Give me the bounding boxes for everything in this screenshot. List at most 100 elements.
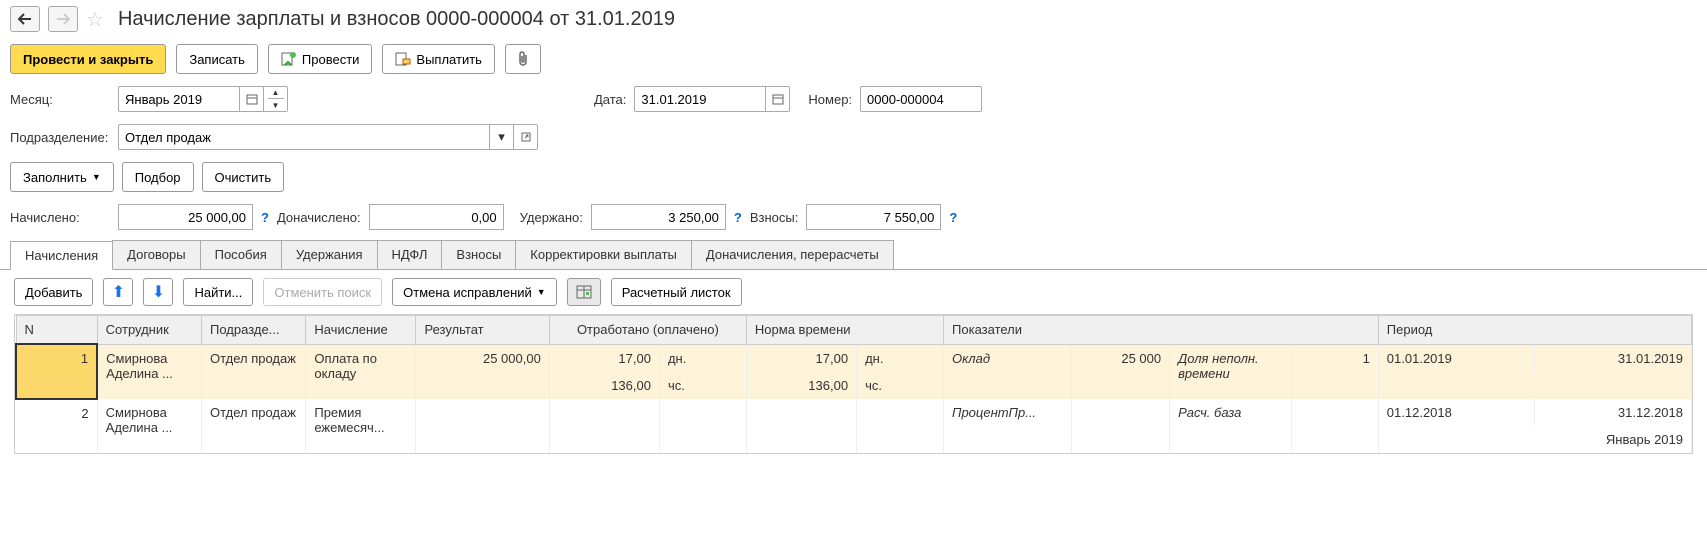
cell-n[interactable]: 2 [16, 399, 97, 453]
nav-forward-button[interactable] [48, 6, 78, 32]
cell-norm-hours-unit: чс. [857, 372, 944, 399]
arrow-down-icon: ⬇ [152, 282, 165, 302]
col-indicators[interactable]: Показатели [944, 316, 1379, 345]
col-employee[interactable]: Сотрудник [97, 316, 201, 345]
cell-accrual[interactable]: Премия ежемесяч... [306, 399, 416, 453]
col-result[interactable]: Результат [416, 316, 549, 345]
cell-unit[interactable]: Отдел продаж [202, 344, 306, 399]
month-calendar-button[interactable] [239, 87, 263, 111]
addl-value[interactable] [369, 204, 504, 230]
cell-period-to[interactable]: 31.01.2019 [1535, 344, 1692, 372]
col-n[interactable]: N [16, 316, 97, 345]
cancel-corrections-button[interactable]: Отмена исправлений ▼ [392, 278, 557, 306]
col-accrual[interactable]: Начисление [306, 316, 416, 345]
arrow-right-icon [56, 13, 70, 25]
col-period[interactable]: Период [1378, 316, 1691, 345]
cell-worked-hours[interactable] [549, 426, 659, 453]
table-row[interactable]: 2 Смирнова Аделина ... Отдел продаж Прем… [16, 399, 1692, 426]
cell-ind1-label: ПроцентПр... [944, 399, 1072, 453]
unit-open-button[interactable] [513, 125, 537, 149]
select-button[interactable]: Подбор [122, 162, 194, 192]
cell-ind2-value[interactable]: 1 [1291, 344, 1378, 399]
accrued-value[interactable] [118, 204, 253, 230]
cell-ind2-value[interactable] [1291, 399, 1378, 453]
add-row-button[interactable]: Добавить [14, 278, 93, 306]
tab-ndfl[interactable]: НДФЛ [377, 240, 443, 269]
cell-norm-days-unit [857, 399, 944, 426]
post-icon [281, 51, 297, 67]
cell-norm-days[interactable] [746, 399, 856, 426]
tab-benefits[interactable]: Пособия [200, 240, 282, 269]
month-stepper[interactable]: ▲ ▼ [263, 87, 287, 111]
cell-employee[interactable]: Смирнова Аделина ... [97, 344, 201, 399]
save-button[interactable]: Записать [176, 44, 258, 74]
move-down-button[interactable]: ⬇ [143, 278, 173, 306]
tab-corrections[interactable]: Корректировки выплаты [515, 240, 692, 269]
unit-dropdown-button[interactable]: ▾ [489, 125, 513, 149]
cell-worked-days[interactable]: 17,00 [549, 344, 659, 372]
tab-contributions[interactable]: Взносы [441, 240, 516, 269]
payslip-button[interactable]: Расчетный листок [611, 278, 742, 306]
chevron-up-icon[interactable]: ▲ [268, 87, 284, 99]
fill-button[interactable]: Заполнить ▼ [10, 162, 114, 192]
toggle-view-button[interactable] [567, 278, 601, 306]
cell-ind1-value[interactable]: 25 000 [1071, 344, 1170, 399]
month-input[interactable] [119, 89, 239, 110]
withheld-label: Удержано: [520, 210, 583, 225]
cell-norm-days-unit: дн. [857, 344, 944, 372]
table-row[interactable]: 1 Смирнова Аделина ... Отдел продаж Опла… [16, 344, 1692, 372]
cell-period-from[interactable]: 01.12.2018 [1378, 399, 1535, 426]
attach-button[interactable] [505, 44, 541, 74]
help-icon[interactable]: ? [949, 210, 957, 225]
date-calendar-button[interactable] [765, 87, 789, 111]
cell-period-to[interactable]: 31.12.2018 [1535, 399, 1692, 426]
cell-accrual[interactable]: Оплата по окладу [306, 344, 416, 399]
contrib-value[interactable] [806, 204, 941, 230]
cell-employee[interactable]: Смирнова Аделина ... [97, 399, 201, 453]
cell-result[interactable]: 25 000,00 [416, 344, 549, 399]
unit-input[interactable] [119, 127, 489, 148]
tab-withholdings[interactable]: Удержания [281, 240, 378, 269]
col-worked[interactable]: Отработано (оплачено) [549, 316, 746, 345]
help-icon[interactable]: ? [261, 210, 269, 225]
nav-back-button[interactable] [10, 6, 40, 32]
unit-label: Подразделение: [10, 130, 110, 145]
clear-button[interactable]: Очистить [202, 162, 285, 192]
cell-result[interactable] [416, 399, 549, 453]
cell-n[interactable]: 1 [16, 344, 97, 399]
move-up-button[interactable]: ⬆ [103, 278, 133, 306]
find-button[interactable]: Найти... [183, 278, 253, 306]
cell-period-extra [1378, 372, 1691, 399]
tab-contracts[interactable]: Договоры [112, 240, 200, 269]
post-button[interactable]: Провести [268, 44, 373, 74]
arrow-up-icon: ⬆ [112, 282, 125, 302]
number-input[interactable] [861, 89, 981, 110]
withheld-value[interactable] [591, 204, 726, 230]
help-icon[interactable]: ? [734, 210, 742, 225]
pay-button[interactable]: Выплатить [382, 44, 495, 74]
paperclip-icon [516, 51, 530, 67]
date-input[interactable] [635, 89, 765, 110]
chevron-down-icon[interactable]: ▼ [268, 99, 284, 111]
cell-worked-days[interactable] [549, 399, 659, 426]
cell-unit[interactable]: Отдел продаж [202, 399, 306, 453]
cell-period-from[interactable]: 01.01.2019 [1378, 344, 1535, 372]
date-label: Дата: [594, 92, 626, 107]
unit-input-group: ▾ [118, 124, 538, 150]
cell-worked-hours[interactable]: 136,00 [549, 372, 659, 399]
cell-norm-hours-unit [857, 426, 944, 453]
col-unit[interactable]: Подразде... [202, 316, 306, 345]
cell-norm-hours[interactable] [746, 426, 856, 453]
tab-additional[interactable]: Доначисления, перерасчеты [691, 240, 894, 269]
favorite-star-icon[interactable]: ☆ [86, 7, 104, 32]
cell-norm-hours[interactable]: 136,00 [746, 372, 856, 399]
cell-ind1-value[interactable] [1071, 399, 1170, 453]
tab-accruals[interactable]: Начисления [10, 241, 113, 270]
accruals-table: N Сотрудник Подразде... Начисление Резул… [14, 314, 1693, 454]
cell-norm-days[interactable]: 17,00 [746, 344, 856, 372]
open-icon [521, 132, 531, 142]
month-label: Месяц: [10, 92, 110, 107]
table-header-row: N Сотрудник Подразде... Начисление Резул… [16, 316, 1692, 345]
col-norm[interactable]: Норма времени [746, 316, 943, 345]
post-close-button[interactable]: Провести и закрыть [10, 44, 166, 74]
